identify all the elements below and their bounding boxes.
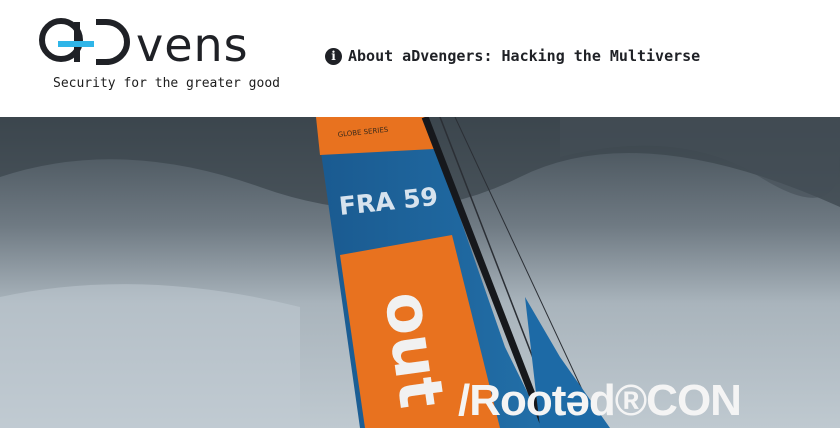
tagline: Security for the greater good xyxy=(53,76,280,91)
about-advengers-label: About aDvengers: Hacking the Multiverse xyxy=(348,47,701,65)
advens-wordmark-icon: vens xyxy=(39,18,249,70)
hero-banner: GLOBE SERIES FRA 59 out /Rootəd®CON xyxy=(0,117,840,428)
about-advengers-link[interactable]: i About aDvengers: Hacking the Multivers… xyxy=(325,45,700,67)
advens-logo[interactable]: vens Security for the greater good xyxy=(38,10,280,98)
light-cloud xyxy=(0,284,300,428)
info-circle-icon: i xyxy=(325,47,342,65)
svg-text:vens: vens xyxy=(136,18,249,70)
hero-image: GLOBE SERIES FRA 59 out /Rootəd®CON xyxy=(0,117,840,428)
sail-top-band xyxy=(316,117,434,155)
rootedcon-logo: /Rootəd®CON xyxy=(458,376,741,425)
site-header: vens Security for the greater good i Abo… xyxy=(0,0,840,117)
